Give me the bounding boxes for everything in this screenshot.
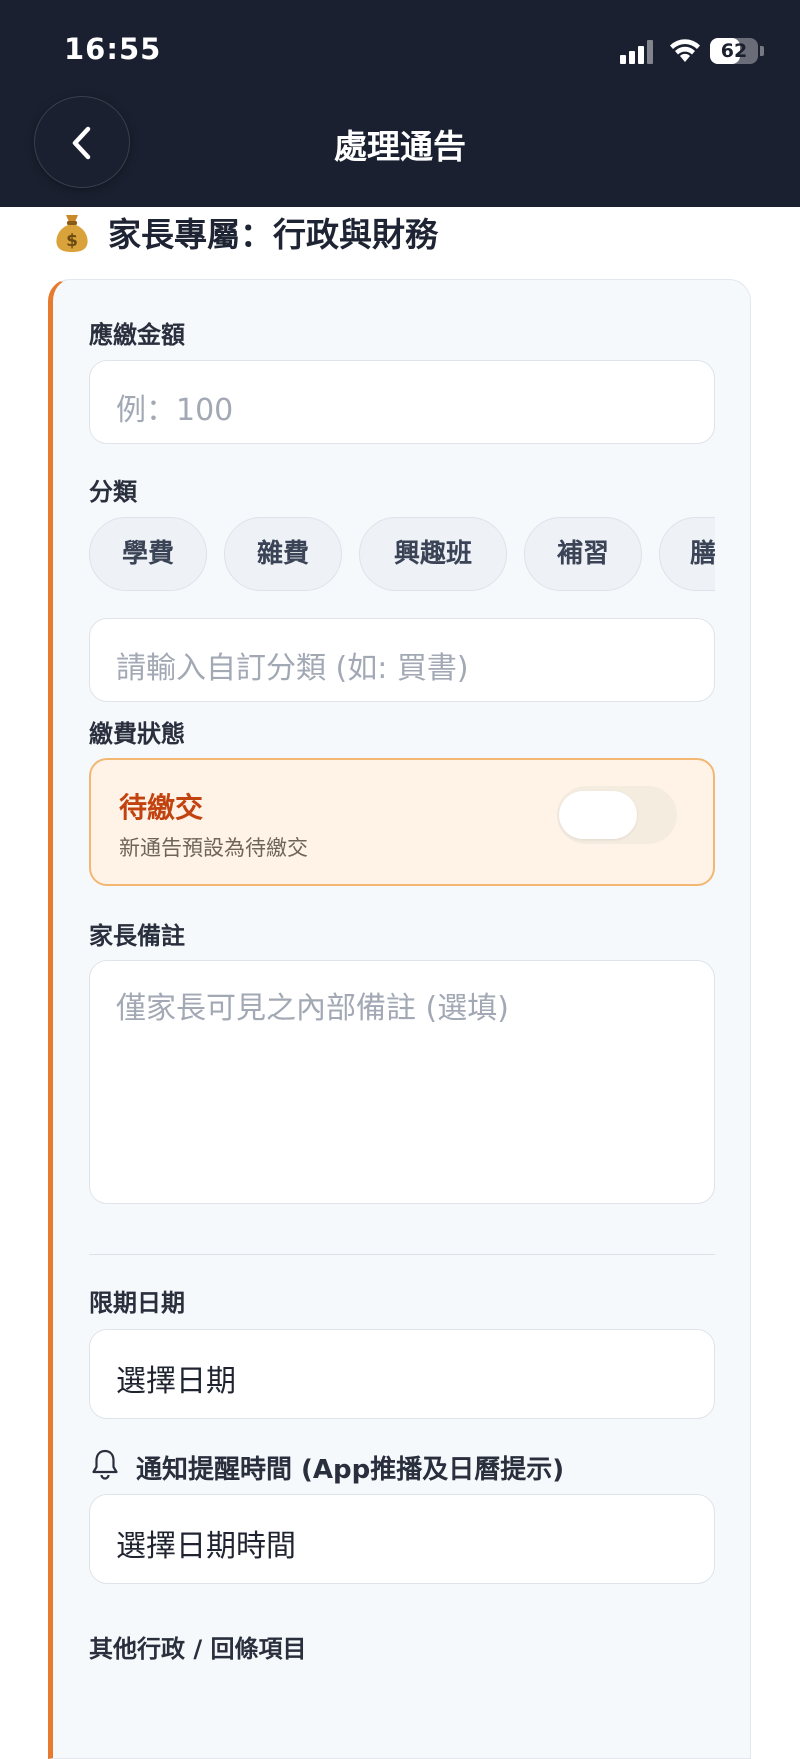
cellular-signal-icon (620, 40, 654, 64)
parent-note-textarea[interactable]: 僅家長可見之內部備註 (選填) (89, 960, 715, 1204)
section-header: $ 家長專屬：行政與財務 (54, 210, 438, 254)
deadline-date-picker[interactable]: 選擇日期 (89, 1329, 715, 1419)
reminder-datetime-picker[interactable]: 選擇日期時間 (89, 1494, 715, 1584)
custom-category-input[interactable]: 請輸入自訂分類 (如: 買書) (89, 618, 715, 702)
amount-input[interactable]: 例：100 (89, 360, 715, 444)
reminder-value: 選擇日期時間 (116, 1529, 296, 1564)
svg-text:$: $ (66, 231, 78, 251)
wifi-icon (670, 39, 700, 62)
battery-cap (760, 46, 764, 56)
moneybag-icon: $ (56, 215, 88, 252)
custom-category-placeholder: 請輸入自訂分類 (如: 買書) (116, 651, 469, 686)
status-time: 16:55 (64, 32, 162, 66)
battery-icon: 62 (710, 38, 758, 64)
deadline-value: 選擇日期 (116, 1364, 236, 1399)
parent-note-placeholder: 僅家長可見之內部備註 (選填) (116, 991, 509, 1026)
bell-icon (92, 1449, 118, 1480)
chip-tutoring[interactable]: 補習 (524, 517, 642, 591)
reminder-label: 通知提醒時間 (App推播及日曆提示) (136, 1455, 565, 1485)
top-bar: 16:55 62 處理通告 (0, 0, 800, 207)
category-chips: 學費 雜費 興趣班 補習 膳 (89, 517, 715, 593)
deadline-label: 限期日期 (89, 1289, 185, 1317)
amount-label: 應繳金額 (89, 321, 185, 349)
payment-status-subtitle: 新通告預設為待繳交 (119, 836, 308, 860)
chip-interest-class[interactable]: 興趣班 (359, 517, 507, 591)
divider (89, 1254, 715, 1255)
payment-status-label: 繳費狀態 (89, 720, 185, 748)
payment-status-title: 待繳交 (119, 791, 204, 824)
payment-status-toggle[interactable] (557, 786, 677, 844)
category-label: 分類 (89, 478, 137, 506)
amount-placeholder: 例：100 (116, 393, 234, 428)
section-title: 家長專屬：行政與財務 (108, 215, 438, 254)
payment-status-box: 待繳交 新通告預設為待繳交 (89, 758, 715, 886)
chip-misc[interactable]: 雜費 (224, 517, 342, 591)
chip-tuition[interactable]: 學費 (89, 517, 207, 591)
parent-note-label: 家長備註 (89, 922, 185, 950)
battery-level: 62 (720, 40, 748, 62)
page-title: 處理通告 (334, 127, 466, 166)
toggle-knob (559, 791, 637, 839)
other-items-label: 其他行政 / 回條項目 (89, 1635, 307, 1663)
chip-meals[interactable]: 膳 (659, 517, 715, 591)
